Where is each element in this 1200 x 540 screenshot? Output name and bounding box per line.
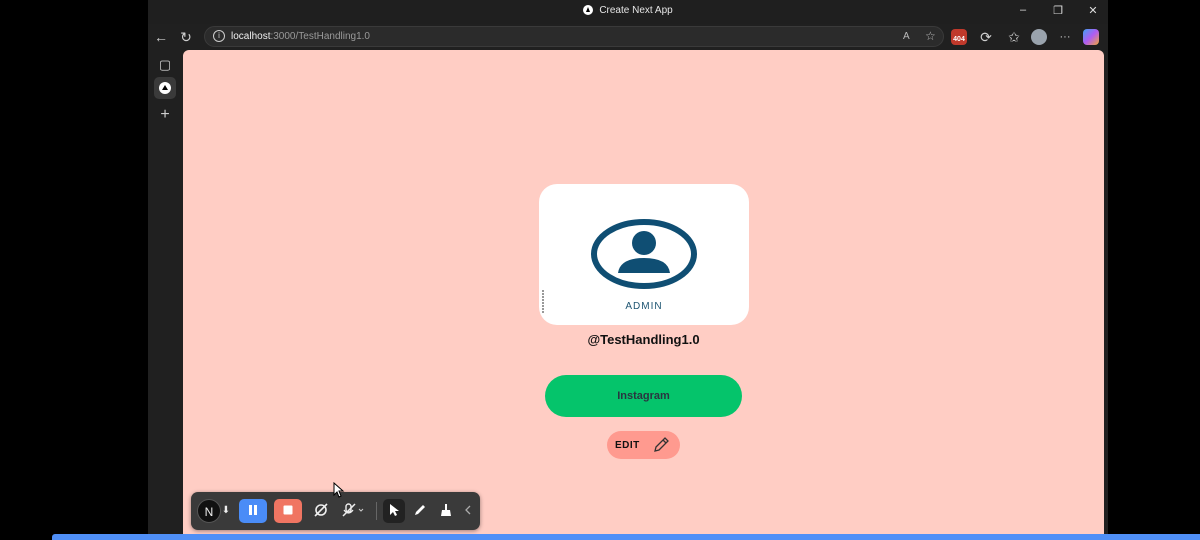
camera-off-button[interactable] xyxy=(309,499,333,523)
camera-off-icon xyxy=(314,503,328,517)
pointer-icon xyxy=(390,504,399,516)
back-icon[interactable]: ← xyxy=(152,28,170,46)
instagram-link-button[interactable]: Instagram xyxy=(545,375,742,417)
pause-icon xyxy=(249,505,257,515)
mouse-cursor-icon xyxy=(333,482,345,498)
pointer-tool-button[interactable] xyxy=(383,499,405,523)
image-caption: ADMIN xyxy=(625,301,663,312)
bottom-progress-bar xyxy=(52,534,1200,540)
info-icon[interactable]: i xyxy=(213,30,225,42)
new-tab-icon[interactable]: + xyxy=(154,104,176,126)
browser-toolbar: ← ↻ i localhost:3000/TestHandling1.0 A ☆… xyxy=(148,24,1108,50)
pause-button[interactable] xyxy=(239,499,267,523)
nextjs-logo-icon xyxy=(583,5,594,15)
address-bar[interactable]: i localhost:3000/TestHandling1.0 A ☆ xyxy=(204,26,944,47)
user-icon xyxy=(591,219,697,289)
browser-window: Create Next App – ❐ ✕ ← ↻ i localhost:30… xyxy=(148,0,1108,534)
pen-tool-button[interactable] xyxy=(409,499,431,523)
window-title: Create Next App xyxy=(148,5,1108,16)
stop-icon xyxy=(283,505,293,515)
title-bar: Create Next App – ❐ ✕ xyxy=(148,0,1108,24)
refresh-extension-icon[interactable]: ⟳ xyxy=(977,28,995,46)
window-title-text: Create Next App xyxy=(599,5,673,16)
pencil-icon xyxy=(654,437,669,452)
collapse-toolbar-button[interactable] xyxy=(461,499,475,523)
favorites-icon[interactable]: ✩ xyxy=(1005,28,1023,46)
tab-create-next-app[interactable] xyxy=(154,77,176,99)
reload-icon[interactable]: ↻ xyxy=(177,28,195,46)
url-text[interactable]: localhost:3000/TestHandling1.0 xyxy=(231,31,370,42)
star-icon[interactable]: ☆ xyxy=(925,29,936,43)
screen: Create Next App – ❐ ✕ ← ↻ i localhost:30… xyxy=(0,0,1200,540)
stop-button[interactable] xyxy=(274,499,302,523)
url-host: localhost xyxy=(231,31,271,42)
mic-off-button[interactable] xyxy=(338,499,368,523)
edit-label: EDIT xyxy=(615,440,640,451)
close-button[interactable]: ✕ xyxy=(1084,4,1102,17)
edit-button[interactable]: EDIT xyxy=(607,431,680,459)
read-aloud-icon[interactable]: A xyxy=(903,31,910,42)
minimize-button[interactable]: – xyxy=(1014,4,1032,16)
url-path: :3000/TestHandling1.0 xyxy=(270,31,370,42)
profile-icon[interactable] xyxy=(1031,29,1047,45)
pen-icon xyxy=(415,505,425,515)
clear-tool-button[interactable] xyxy=(435,499,457,523)
chevron-left-icon xyxy=(465,505,471,515)
recorder-avatar[interactable]: N xyxy=(197,499,221,523)
extension-badge: 404 xyxy=(953,36,965,43)
arrow-down-icon[interactable]: ⬇ xyxy=(220,499,232,523)
profile-image: ADMIN xyxy=(539,184,749,325)
tab-actions-icon[interactable]: ▢ xyxy=(154,54,176,76)
recorder-divider xyxy=(376,502,377,520)
restore-button[interactable]: ❐ xyxy=(1049,4,1067,17)
broom-icon xyxy=(441,504,451,516)
profile-handle: @TestHandling1.0 xyxy=(587,332,700,347)
more-icon[interactable]: ··· xyxy=(1056,28,1074,46)
copilot-icon[interactable] xyxy=(1083,29,1099,45)
mic-off-icon xyxy=(342,503,364,517)
vertical-tabs-sidebar: ▢ + xyxy=(148,50,182,534)
page-viewport: ADMIN @TestHandling1.0 Instagram EDIT xyxy=(183,50,1104,534)
extension-icon[interactable]: 404 xyxy=(951,29,967,45)
nextjs-favicon-icon xyxy=(159,82,171,94)
